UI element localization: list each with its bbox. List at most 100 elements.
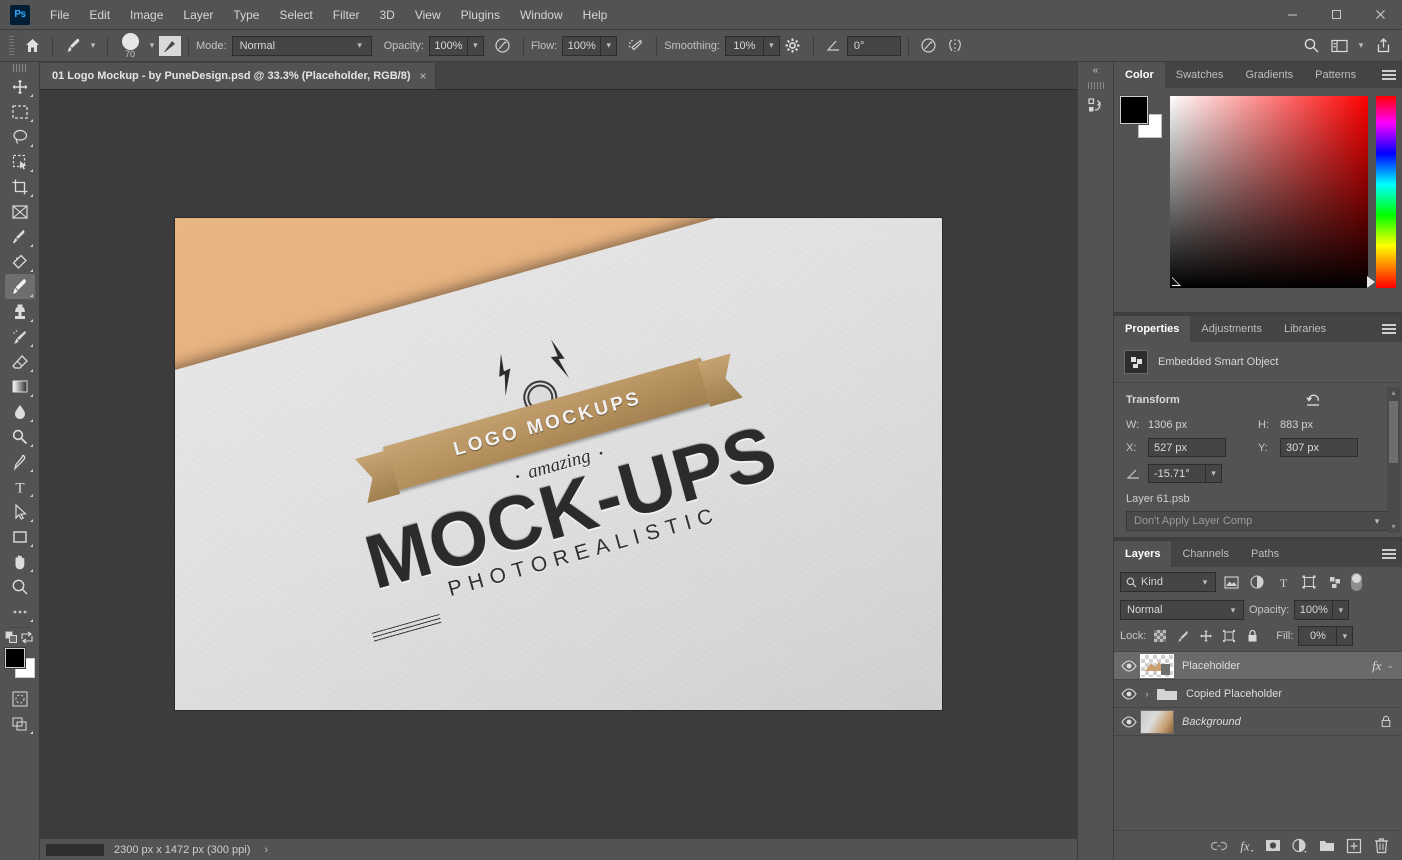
flow-field[interactable]: 100% ▾ [562, 36, 617, 56]
pressure-opacity-icon[interactable] [490, 33, 516, 59]
group-expand-icon[interactable]: › [1140, 689, 1154, 699]
layer-name[interactable]: Background [1182, 716, 1380, 728]
opacity-value[interactable]: 100% [429, 36, 467, 56]
menu-3d[interactable]: 3D [369, 0, 404, 30]
close-icon[interactable]: × [420, 69, 427, 83]
menu-help[interactable]: Help [573, 0, 618, 30]
layer-opacity-value[interactable]: 100% [1294, 600, 1332, 620]
properties-vertical-scrollbar[interactable]: ▴ ▾ [1387, 387, 1400, 533]
menu-layer[interactable]: Layer [173, 0, 223, 30]
clone-stamp-tool[interactable] [5, 299, 35, 324]
menu-window[interactable]: Window [510, 0, 573, 30]
color-chips[interactable] [5, 648, 35, 678]
table-row[interactable]: Background [1114, 708, 1402, 736]
menu-file[interactable]: File [40, 0, 79, 30]
table-row[interactable]: Placeholder fx ⌄ [1114, 652, 1402, 680]
hue-slider[interactable] [1376, 96, 1396, 288]
smart-object-filter-icon[interactable] [1324, 572, 1346, 592]
flow-value[interactable]: 100% [562, 36, 600, 56]
brush-icon[interactable] [60, 33, 86, 59]
gear-icon[interactable] [780, 33, 806, 59]
menu-select[interactable]: Select [269, 0, 322, 30]
shape-filter-icon[interactable] [1298, 572, 1320, 592]
properties-panel-menu-button[interactable] [1382, 316, 1396, 342]
tab-swatches[interactable]: Swatches [1165, 62, 1235, 88]
color-panel-menu-button[interactable] [1382, 62, 1396, 88]
layer-opacity-chevron-down-icon[interactable]: ▾ [1332, 600, 1349, 620]
layer-visibility-toggle[interactable] [1118, 660, 1140, 672]
pixel-filter-icon[interactable] [1220, 572, 1242, 592]
lock-image-icon[interactable] [1174, 627, 1192, 645]
close-button[interactable] [1358, 0, 1402, 28]
layer-fill-chevron-down-icon[interactable]: ▾ [1336, 626, 1353, 646]
menu-type[interactable]: Type [223, 0, 269, 30]
opacity-chevron-down-icon[interactable]: ▾ [467, 36, 484, 56]
pen-tool[interactable] [5, 449, 35, 474]
lock-position-icon[interactable] [1197, 627, 1215, 645]
layer-opacity-field[interactable]: 100% ▾ [1294, 600, 1349, 620]
filter-toggle[interactable] [1350, 572, 1363, 592]
new-adjustment-layer-icon[interactable] [1288, 834, 1312, 858]
lock-transparency-icon[interactable] [1151, 627, 1169, 645]
layer-visibility-toggle[interactable] [1118, 688, 1140, 700]
tab-patterns[interactable]: Patterns [1304, 62, 1367, 88]
frame-tool[interactable] [5, 199, 35, 224]
document-tab[interactable]: 01 Logo Mockup - by PuneDesign.psd @ 33.… [40, 63, 436, 89]
rectangular-marquee-tool[interactable] [5, 99, 35, 124]
collapse-panels-icon[interactable]: « [1078, 62, 1113, 78]
zoom-tool[interactable] [5, 574, 35, 599]
tab-properties[interactable]: Properties [1114, 316, 1190, 342]
angle-chevron-down-icon[interactable]: ▾ [1206, 464, 1222, 483]
dodge-tool[interactable] [5, 424, 35, 449]
blend-mode-select[interactable]: Normal ▾ [232, 36, 372, 56]
layer-filter-kind-select[interactable]: Kind ▾ [1120, 572, 1216, 592]
menu-edit[interactable]: Edit [79, 0, 120, 30]
layer-fx-indicator[interactable]: fx [1372, 658, 1381, 674]
x-input[interactable]: 527 px [1148, 438, 1226, 457]
eraser-tool[interactable] [5, 349, 35, 374]
opacity-field[interactable]: 100% ▾ [429, 36, 484, 56]
layer-fill-field[interactable]: 0% ▾ [1298, 626, 1353, 646]
path-selection-tool[interactable] [5, 499, 35, 524]
menu-image[interactable]: Image [120, 0, 173, 30]
hand-tool[interactable] [5, 549, 35, 574]
object-selection-tool[interactable] [5, 149, 35, 174]
canvas[interactable]: LOGO MOCKUPS •amazing• MOCK-UPS PHOTOREA… [175, 218, 942, 710]
smoothing-value[interactable]: 10% [725, 36, 763, 56]
brush-preset-caret-icon[interactable]: ▾ [86, 40, 100, 51]
color-panel-foreground-chip[interactable] [1120, 96, 1148, 124]
maximize-button[interactable] [1314, 0, 1358, 28]
layer-thumbnail[interactable] [1140, 710, 1174, 734]
tab-libraries[interactable]: Libraries [1273, 316, 1337, 342]
add-layer-mask-icon[interactable] [1261, 834, 1285, 858]
search-icon[interactable] [1298, 33, 1324, 59]
menu-filter[interactable]: Filter [323, 0, 370, 30]
hue-slider-handle[interactable] [1367, 276, 1375, 288]
tab-layers[interactable]: Layers [1114, 541, 1171, 567]
new-layer-icon[interactable] [1342, 834, 1366, 858]
layer-blend-mode-select[interactable]: Normal ▾ [1120, 600, 1244, 620]
brush-settings-icon[interactable] [159, 36, 181, 56]
tab-color[interactable]: Color [1114, 62, 1165, 88]
eyedropper-tool[interactable] [5, 224, 35, 249]
type-tool[interactable]: T [5, 474, 35, 499]
lock-all-icon[interactable] [1243, 627, 1261, 645]
reset-icon[interactable] [1306, 393, 1322, 407]
screen-mode-icon[interactable] [5, 711, 35, 736]
dock-grip[interactable] [1088, 82, 1104, 89]
gradient-tool[interactable] [5, 374, 35, 399]
layers-panel-menu-button[interactable] [1382, 541, 1396, 567]
options-bar-grip[interactable] [9, 36, 14, 56]
crop-tool[interactable] [5, 174, 35, 199]
foreground-color-chip[interactable] [5, 648, 25, 668]
canvas-viewport[interactable]: LOGO MOCKUPS •amazing• MOCK-UPS PHOTOREA… [40, 90, 1077, 838]
y-input[interactable]: 307 px [1280, 438, 1358, 457]
history-brush-tool[interactable] [5, 324, 35, 349]
move-tool[interactable] [5, 74, 35, 99]
brush-picker-caret-icon[interactable]: ▾ [145, 40, 159, 51]
flow-chevron-down-icon[interactable]: ▾ [600, 36, 617, 56]
layer-fx-expand-icon[interactable]: ⌄ [1386, 660, 1394, 671]
color-panel-chips[interactable] [1120, 96, 1162, 138]
layer-name[interactable]: Copied Placeholder [1186, 688, 1402, 700]
brush-tool[interactable] [5, 274, 35, 299]
